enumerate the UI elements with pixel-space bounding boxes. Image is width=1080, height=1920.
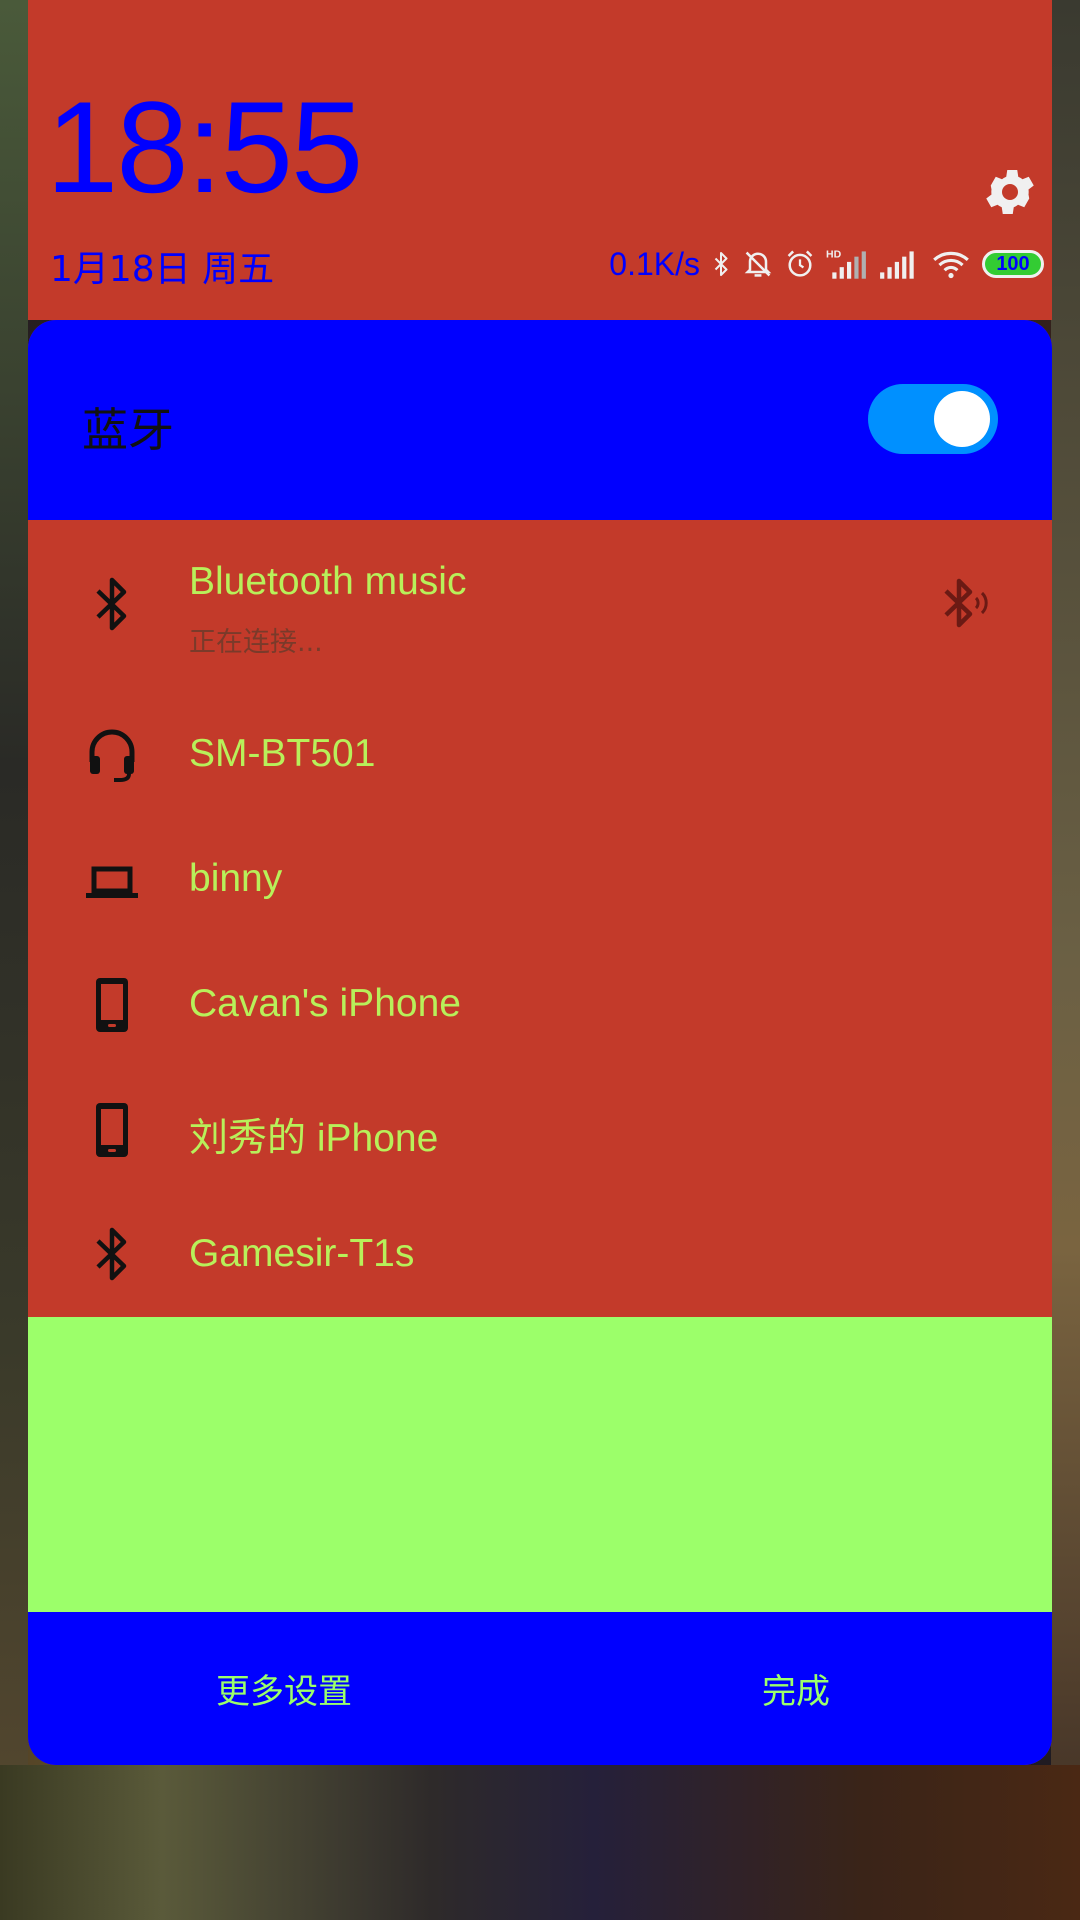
battery-icon: 100: [982, 250, 1044, 278]
phone-icon: [96, 978, 128, 1032]
status-bar: 0.1K/s HD 100: [609, 244, 1044, 284]
device-name: Bluetooth music: [189, 560, 467, 603]
device-status: 正在连接...: [189, 627, 323, 658]
device-list: Bluetooth music 正在连接... SM-BT501 binny C…: [28, 520, 1052, 1317]
wallpaper-right: [1051, 0, 1080, 1920]
silent-icon: [744, 251, 772, 277]
device-item[interactable]: Cavan's iPhone: [28, 942, 1052, 1067]
wifi-icon: [933, 251, 969, 279]
device-name: 刘秀的 iPhone: [189, 1117, 439, 1160]
toggle-knob: [934, 391, 990, 447]
bluetooth-panel: 蓝牙 Bluetooth music 正在连接... SM-BT501 binn…: [28, 320, 1052, 1765]
hd-signal-icon: HD: [826, 249, 866, 279]
device-name: Cavan's iPhone: [189, 982, 461, 1025]
signal-icon: [880, 251, 914, 279]
wallpaper-left: [0, 0, 28, 1920]
device-item[interactable]: Gamesir-T1s: [28, 1192, 1052, 1317]
device-item[interactable]: SM-BT501: [28, 692, 1052, 817]
svg-text:HD: HD: [826, 249, 842, 261]
date[interactable]: 1月18日 周五: [50, 240, 274, 292]
bluetooth-icon: [96, 1227, 127, 1281]
more-settings-button[interactable]: 更多设置: [28, 1612, 540, 1765]
battery-level: 100: [996, 252, 1030, 275]
bluetooth-icon: [714, 251, 728, 277]
device-name: SM-BT501: [189, 732, 376, 775]
phone-icon: [96, 1103, 128, 1157]
empty-area: [28, 1317, 1052, 1612]
device-item[interactable]: binny: [28, 817, 1052, 942]
done-button[interactable]: 完成: [540, 1612, 1052, 1765]
alarm-icon: [787, 250, 813, 277]
headset-icon: [89, 729, 135, 782]
bluetooth-toggle[interactable]: [868, 384, 998, 454]
device-name: binny: [189, 857, 283, 900]
wallpaper-bottom: [0, 1765, 1080, 1920]
clock[interactable]: 18:55: [46, 82, 363, 212]
net-speed: 0.1K/s: [609, 245, 700, 282]
panel-title: 蓝牙: [82, 403, 174, 457]
device-name: Gamesir-T1s: [189, 1232, 415, 1275]
settings-gear-icon[interactable]: [980, 162, 1040, 222]
bluetooth-header: 蓝牙: [28, 320, 1052, 520]
bluetooth-audio-icon: [944, 578, 988, 628]
device-item[interactable]: 刘秀的 iPhone: [28, 1067, 1052, 1192]
laptop-icon: [86, 866, 138, 898]
bluetooth-icon: [96, 577, 127, 631]
notification-header: 18:55 1月18日 周五 0.1K/s HD 100: [28, 0, 1052, 320]
panel-footer: 更多设置 完成: [28, 1612, 1052, 1765]
device-item[interactable]: Bluetooth music 正在连接...: [28, 520, 1052, 692]
